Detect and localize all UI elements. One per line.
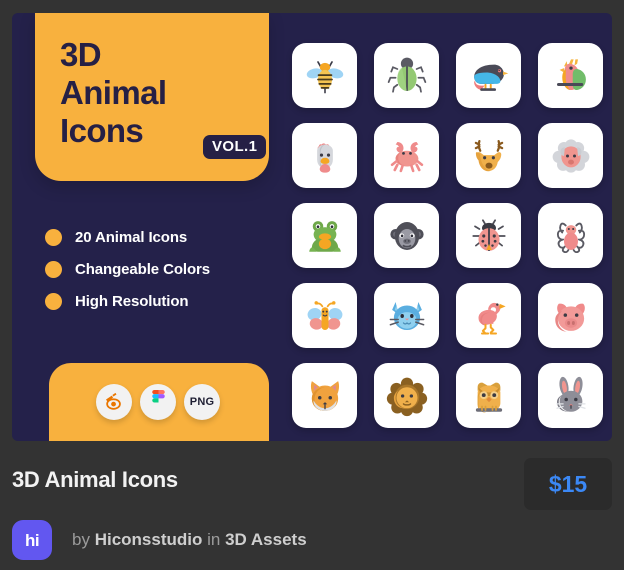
png-format-icon: PNG [184,384,220,420]
icon-tile[interactable] [538,43,603,108]
feature-item: High Resolution [45,285,275,317]
feature-item: Changeable Colors [45,253,275,285]
bullet-dot-icon [45,292,62,310]
icon-tile[interactable] [292,363,357,428]
hero-panel: 3D Animal Icons VOL.1 [35,13,269,181]
author-link[interactable]: Hiconsstudio [95,530,203,549]
icon-tile[interactable] [292,123,357,188]
parrot-icon [556,58,586,90]
icon-tile[interactable] [538,363,603,428]
owl-icon [475,382,502,413]
bee-icon [306,60,343,93]
icon-tile[interactable] [292,283,357,348]
png-format-label: PNG [189,396,215,408]
formats-row: PNG [96,384,220,420]
icon-tile[interactable] [456,203,521,268]
formats-panel: PNG [49,363,269,441]
icon-tile[interactable] [374,43,439,108]
byline-in: in [207,530,221,549]
beetle-icon [387,57,426,93]
icon-tile[interactable] [456,283,521,348]
price-value: $15 [548,470,588,497]
icon-tile[interactable] [456,363,521,428]
icon-tile[interactable] [374,123,439,188]
icon-tile[interactable] [538,203,603,268]
bullet-dot-icon [45,228,62,246]
byline-by: by [72,530,90,549]
deer-icon [474,139,503,171]
icon-tile[interactable] [538,283,603,348]
lion-icon [386,377,427,416]
page-title: 3D Animal Icons [12,467,178,492]
feature-list: 20 Animal Icons Changeable Colors High R… [45,221,275,317]
author-row: hi by Hiconsstudio in 3D Assets [12,520,307,560]
rabbit-icon [555,376,586,412]
icon-tile[interactable] [374,363,439,428]
icon-tile[interactable] [456,43,521,108]
feature-label: Changeable Colors [75,260,210,278]
flamingo-icon [478,302,506,335]
blender-logo-icon [96,384,132,420]
category-link[interactable]: 3D Assets [225,530,307,549]
feature-item: 20 Animal Icons [45,221,275,253]
ladybug-icon [471,218,506,251]
figma-logo-icon [140,384,176,420]
icon-tile[interactable] [374,283,439,348]
butterfly-icon [307,300,342,330]
icon-tile[interactable] [292,203,357,268]
product-preview-page: 3D Animal Icons VOL.1 20 Animal Icons Ch… [0,0,624,570]
card-left-column: 3D Animal Icons VOL.1 20 Animal Icons Ch… [35,13,281,441]
icon-tile[interactable] [292,43,357,108]
icon-tile[interactable] [538,123,603,188]
cat-icon [389,301,424,330]
icon-grid [292,43,603,428]
chicken-icon [316,142,333,173]
fox-icon [310,380,339,411]
bullet-dot-icon [45,260,62,278]
hero-title: 3D Animal Icons [60,36,167,149]
volume-badge: VOL.1 [203,135,267,159]
pig-icon [554,303,585,332]
crab-icon [390,141,423,172]
sheep-icon [552,138,589,173]
icon-tile[interactable] [456,123,521,188]
gorilla-icon [389,221,424,250]
avatar[interactable]: hi [12,520,52,560]
feature-label: High Resolution [75,292,189,310]
frog-icon [308,220,341,252]
price-badge[interactable]: $15 [524,458,612,510]
bird-icon [473,64,508,91]
icon-tile[interactable] [374,203,439,268]
feature-label: 20 Animal Icons [75,228,188,246]
spider-icon [556,222,585,253]
avatar-label: hi [24,530,40,550]
preview-card[interactable]: 3D Animal Icons VOL.1 20 Animal Icons Ch… [12,13,612,441]
byline: by Hiconsstudio in 3D Assets [72,530,307,550]
